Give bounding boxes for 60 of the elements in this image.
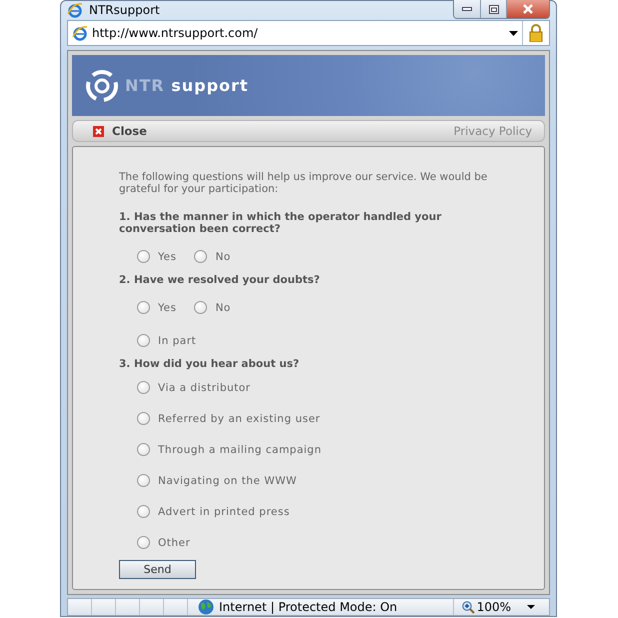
radio-button[interactable] [137, 381, 150, 394]
dropdown-arrow-icon[interactable] [527, 605, 535, 609]
zoom-button[interactable]: 100% [454, 600, 519, 614]
radio-button[interactable] [137, 536, 150, 549]
radio-option[interactable]: No [194, 250, 231, 263]
option-label: Via a distributor [158, 382, 250, 394]
intro-text: The following questions will help us improve our service. We would be grateful for your participation: [119, 171, 488, 195]
option-label: Advert in printed press [158, 506, 290, 518]
dropdown-arrow-icon[interactable] [509, 30, 518, 36]
globe-icon [198, 599, 214, 615]
radio-option[interactable]: Via a distributor [137, 381, 250, 394]
question-text: 3. How did you hear about us? [119, 358, 300, 370]
address-bar[interactable]: http://www.ntrsupport.com/ [67, 20, 550, 46]
close-link[interactable]: Close [93, 124, 454, 138]
question-text: 1. Has the manner in which the operator handled your conversation been correct? [119, 211, 442, 235]
radio-option[interactable]: Through a mailing campaign [137, 443, 322, 456]
minimize-button[interactable] [454, 0, 480, 18]
radio-button[interactable] [137, 301, 150, 314]
zoom-icon [462, 600, 475, 614]
radio-option[interactable]: In part [137, 334, 196, 347]
question-text: 2. Have we resolved your doubts? [119, 274, 321, 286]
security-zone-text: Internet | Protected Mode: On [219, 600, 398, 614]
radio-option[interactable]: Referred by an existing user [137, 412, 320, 425]
close-button[interactable] [506, 0, 549, 18]
maximize-button[interactable] [480, 0, 506, 18]
radio-button[interactable] [137, 412, 150, 425]
minimize-icon [462, 7, 472, 11]
radio-button[interactable] [137, 443, 150, 456]
option-label: Through a mailing campaign [158, 444, 322, 456]
radio-option[interactable]: No [194, 301, 231, 314]
logo-swirl-icon [85, 68, 119, 102]
send-button[interactable]: Send [119, 560, 196, 579]
radio-button[interactable] [137, 334, 150, 347]
radio-option[interactable]: Yes [137, 250, 176, 263]
radio-option[interactable]: Other [137, 536, 190, 549]
radio-button[interactable] [137, 250, 150, 263]
radio-button[interactable] [194, 301, 208, 314]
maximize-icon [488, 4, 498, 14]
radio-button[interactable] [194, 250, 208, 263]
option-label: Yes [158, 302, 176, 314]
radio-option[interactable]: Yes [137, 301, 176, 314]
logo-text: NTR support [125, 76, 249, 95]
option-label: No [215, 250, 231, 262]
radio-option[interactable]: Advert in printed press [137, 505, 290, 518]
option-label: Navigating on the WWW [158, 474, 297, 486]
radio-option[interactable]: Navigating on the WWW [137, 474, 297, 487]
privacy-policy-link[interactable]: Privacy Policy [454, 124, 532, 138]
browser-logo-icon [67, 2, 83, 18]
window-title: NTRsupport [89, 3, 161, 17]
option-label: No [215, 302, 231, 314]
option-label: Yes [158, 250, 176, 262]
option-label: In part [158, 334, 196, 346]
option-label: Other [158, 536, 190, 548]
option-label: Referred by an existing user [158, 412, 320, 424]
close-icon [93, 126, 104, 136]
close-icon [522, 4, 534, 14]
lock-icon [529, 24, 543, 42]
browser-logo-icon [72, 25, 88, 41]
radio-button[interactable] [137, 474, 150, 487]
radio-button[interactable] [137, 505, 150, 518]
